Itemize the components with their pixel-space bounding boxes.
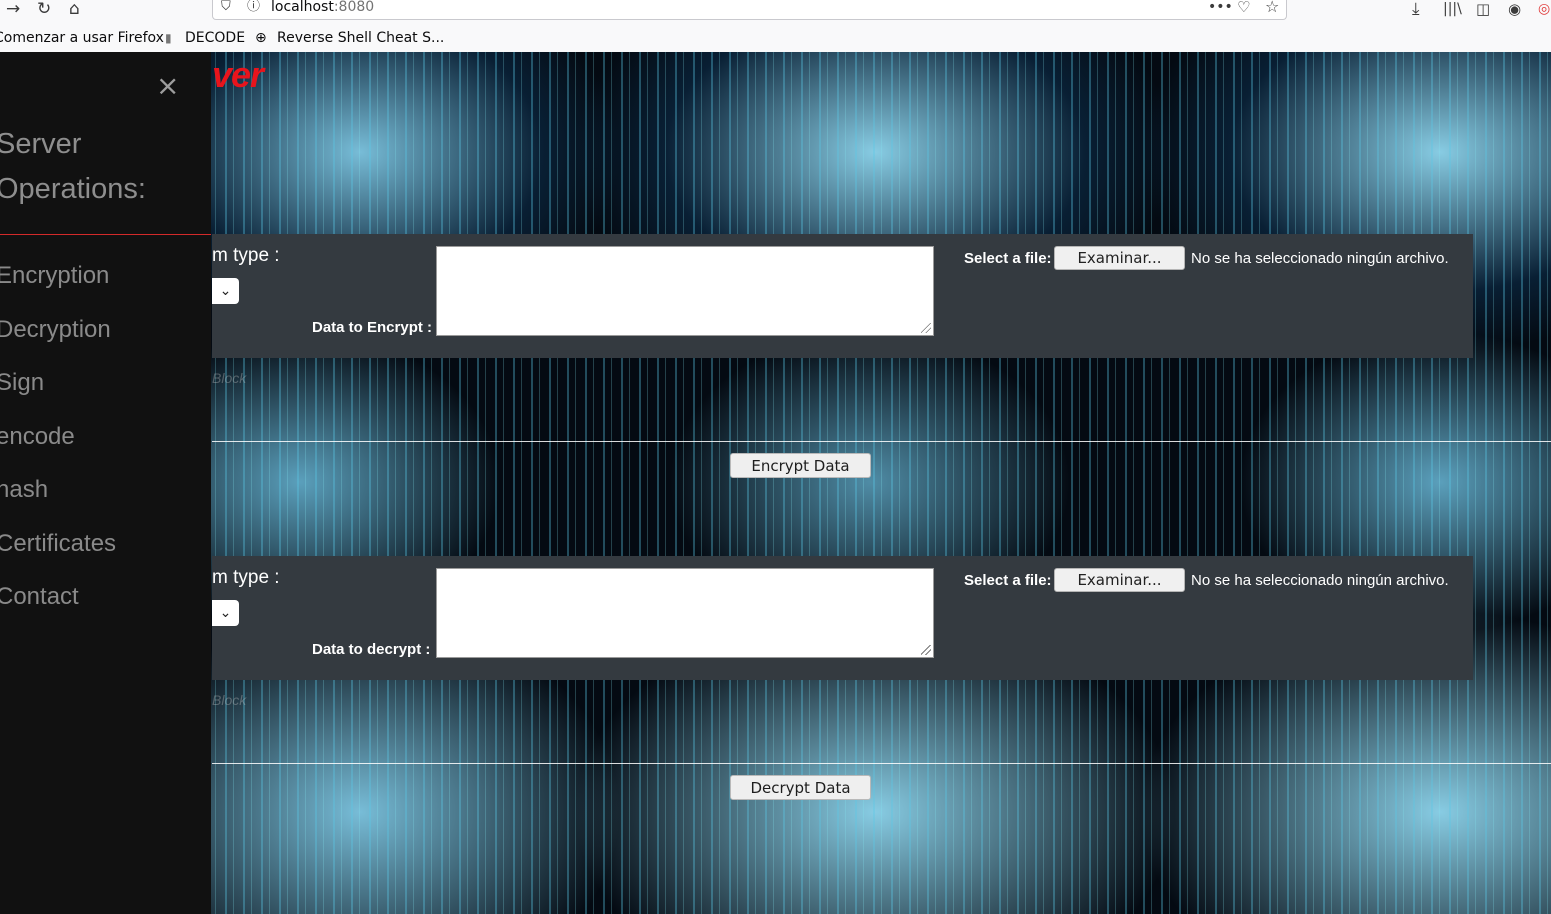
info-icon[interactable]: ⓘ bbox=[247, 0, 260, 18]
close-icon[interactable]: × bbox=[156, 72, 179, 100]
sidebar-item-contact[interactable]: Contact bbox=[0, 583, 79, 611]
encrypt-data-textarea[interactable] bbox=[436, 246, 934, 336]
data-to-encrypt-label: Data to Encrypt : bbox=[312, 319, 433, 336]
shield-icon[interactable]: ⛉ bbox=[221, 0, 231, 18]
block-ghost-text: Block bbox=[212, 370, 247, 386]
algorithm-type-label: m type : bbox=[212, 567, 280, 588]
account-icon[interactable]: ◉ bbox=[1508, 0, 1521, 20]
data-to-decrypt-label: Data to decrypt : bbox=[312, 641, 431, 658]
url-text[interactable]: localhost:8080 bbox=[271, 0, 374, 15]
sidebar-title-line1: Server bbox=[0, 128, 82, 160]
sidebar-title: Server Operations: bbox=[0, 122, 211, 212]
sidebar-item-certificates[interactable]: Certificates bbox=[0, 530, 116, 558]
resize-grip-icon[interactable] bbox=[921, 645, 931, 655]
divider bbox=[212, 763, 1551, 764]
block-ghost-text: Block bbox=[212, 692, 247, 708]
algorithm-select[interactable]: ⌄ bbox=[212, 278, 239, 304]
resize-grip-icon[interactable] bbox=[921, 323, 931, 333]
sidebar-item-hash[interactable]: hash bbox=[0, 476, 48, 504]
select-file-label: Select a file: bbox=[964, 572, 1052, 589]
divider bbox=[212, 441, 1551, 442]
sidebar-item-encode[interactable]: encode bbox=[0, 423, 75, 451]
extension-icon[interactable]: ◎ bbox=[1538, 0, 1550, 20]
file-status-text: No se ha seleccionado ningún archivo. bbox=[1191, 250, 1449, 267]
more-icon[interactable]: ••• bbox=[1208, 0, 1233, 18]
file-status-text: No se ha seleccionado ningún archivo. bbox=[1191, 572, 1449, 589]
globe-icon: ⊕ bbox=[255, 30, 267, 46]
sidebar-title-line2: Operations: bbox=[0, 173, 146, 205]
forward-icon[interactable]: → bbox=[6, 0, 20, 20]
home-icon[interactable]: ⌂ bbox=[69, 0, 80, 20]
bookmarks-bar: Comenzar a usar Firefox ▮ DECODE ⊕ Rever… bbox=[0, 26, 1551, 53]
browse-file-button[interactable]: Examinar... bbox=[1054, 568, 1185, 592]
browser-toolbar: → ↻ ⌂ ⛉ ⓘ localhost:8080 ••• ♡ ☆ ⤓ |||\ … bbox=[0, 0, 1551, 26]
url-bar[interactable]: ⛉ ⓘ localhost:8080 ••• ♡ ☆ bbox=[212, 0, 1287, 20]
decrypt-panel: m type : ⌄ Data to decrypt : Select a fi… bbox=[212, 556, 1473, 680]
select-file-label: Select a file: bbox=[964, 250, 1052, 267]
decrypt-data-button[interactable]: Decrypt Data bbox=[730, 775, 871, 800]
pocket-icon[interactable]: ♡ bbox=[1237, 0, 1250, 18]
bookmark-reverse-shell[interactable]: Reverse Shell Cheat S... bbox=[277, 30, 444, 46]
sidebar-toggle-icon[interactable]: ◫ bbox=[1476, 0, 1490, 20]
library-icon[interactable]: |||\ bbox=[1443, 0, 1462, 20]
sidebar: × Server Operations: Encryption Decrypti… bbox=[0, 52, 211, 914]
sidebar-divider bbox=[0, 234, 211, 235]
bookmark-decode[interactable]: DECODE bbox=[185, 30, 245, 46]
star-icon[interactable]: ☆ bbox=[1265, 0, 1279, 18]
bookmark-firefox[interactable]: Comenzar a usar Firefox bbox=[0, 30, 164, 46]
download-icon[interactable]: ⤓ bbox=[1412, 0, 1420, 20]
sidebar-item-sign[interactable]: Sign bbox=[0, 369, 44, 397]
decrypt-data-textarea[interactable] bbox=[436, 568, 934, 658]
sidebar-item-decryption[interactable]: Decryption bbox=[0, 316, 111, 344]
encrypt-panel: m type : ⌄ Data to Encrypt : Select a fi… bbox=[212, 234, 1473, 358]
browse-file-button[interactable]: Examinar... bbox=[1054, 246, 1185, 270]
sidebar-item-encryption[interactable]: Encryption bbox=[0, 262, 109, 290]
encrypt-data-button[interactable]: Encrypt Data bbox=[730, 453, 871, 478]
bookmark-icon: ▮ bbox=[165, 31, 172, 45]
algorithm-select[interactable]: ⌄ bbox=[212, 600, 239, 626]
algorithm-type-label: m type : bbox=[212, 245, 280, 266]
reload-icon[interactable]: ↻ bbox=[37, 0, 51, 20]
chevron-down-icon: ⌄ bbox=[219, 604, 232, 620]
chevron-down-icon: ⌄ bbox=[219, 282, 232, 298]
site-logo[interactable]: ver bbox=[212, 54, 264, 96]
